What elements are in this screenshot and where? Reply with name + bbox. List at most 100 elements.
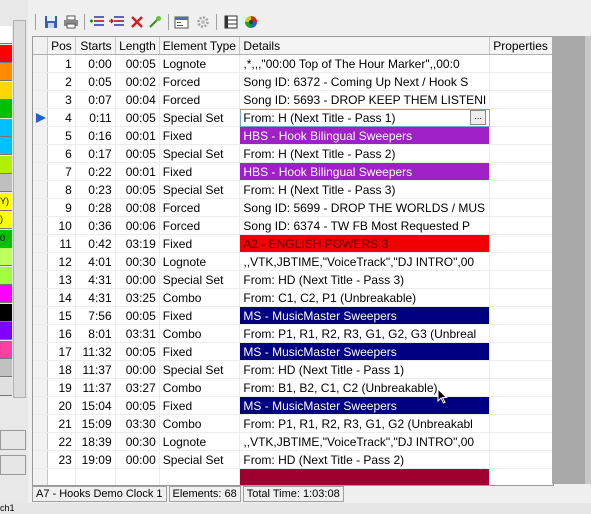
cell-length[interactable]: 03:31 [115, 324, 160, 343]
cell-details[interactable]: Song ID: 5699 - DROP THE WORLDS / MUS [239, 198, 491, 217]
row-indicator[interactable] [33, 288, 48, 307]
row-indicator[interactable] [33, 144, 48, 163]
row-indicator[interactable] [33, 108, 48, 127]
cell-pos[interactable]: 14 [47, 288, 76, 307]
table-row[interactable]: 12 4:01 00:30 Lognote ,,VTK,JBTIME,"VoiceTra… [33, 252, 553, 271]
color-swatch[interactable] [0, 44, 12, 63]
cell-properties[interactable] [489, 198, 553, 217]
color-swatch[interactable] [0, 359, 12, 377]
delete-icon[interactable] [128, 13, 146, 31]
cell-pos[interactable]: 23 [47, 450, 76, 469]
add-element-icon[interactable] [88, 13, 106, 31]
left-panel-scrollbar[interactable] [13, 20, 26, 398]
cell[interactable] [75, 468, 116, 485]
cell-pos[interactable]: 12 [47, 252, 76, 271]
table-row[interactable]: 13 4:31 00:00 Special Set From: HD (Next Tit… [33, 270, 553, 289]
cell-length[interactable]: 03:19 [115, 234, 160, 253]
row-indicator[interactable] [33, 198, 48, 217]
cell-details[interactable]: From: H (Next Title - Pass 2) [239, 144, 491, 163]
table-row[interactable]: 2 0:05 00:02 Forced Song ID: 6372 - Coming U… [33, 72, 553, 91]
cell-details[interactable]: From: C1, C2, P1 (Unbreakable) [239, 288, 491, 307]
cell-properties[interactable] [489, 432, 553, 451]
color-swatch[interactable] [0, 155, 12, 174]
cell-length[interactable]: 00:02 [115, 72, 160, 91]
cell-length[interactable]: 00:08 [115, 198, 160, 217]
cell-pos[interactable]: 20 [47, 396, 76, 415]
cell-element-type[interactable]: Forced [159, 90, 241, 109]
grid-icon[interactable] [222, 13, 240, 31]
color-swatch[interactable] [0, 63, 12, 81]
cell-pos[interactable]: 18 [47, 360, 76, 379]
cell-details[interactable]: From: P1, R1, R2, R3, G1, G2 (Unbreakabl [239, 414, 491, 433]
cell-pos[interactable]: 9 [47, 198, 76, 217]
row-indicator[interactable] [33, 360, 48, 379]
cell-element-type[interactable]: Combo [159, 324, 241, 343]
cell-details[interactable]: From: HD (Next Title - Pass 3) [239, 270, 491, 289]
cell-starts[interactable]: 11:37 [75, 360, 116, 379]
cell-pos[interactable]: 6 [47, 144, 76, 163]
table-row[interactable]: 21 15:09 03:30 Combo From: P1, R1, R2, R3, G… [33, 414, 553, 433]
cell-pos[interactable]: 11 [47, 234, 76, 253]
table-row[interactable]: 5 0:16 00:01 Fixed HBS - Hook Bilingual Swee… [33, 126, 553, 145]
table-row[interactable]: 18 11:37 00:00 Special Set From: HD (Next Ti… [33, 360, 553, 379]
cell-properties[interactable] [489, 90, 553, 109]
column-header-length[interactable]: Length [115, 37, 160, 55]
cell-details[interactable]: HBS - Hook Bilingual Sweepers [239, 126, 491, 145]
cell-properties[interactable] [489, 144, 553, 163]
color-swatch[interactable]: ) [0, 211, 12, 229]
cell-details[interactable]: From: H (Next Title - Pass 3) [239, 180, 491, 199]
cell-element-type[interactable]: Fixed [159, 162, 241, 181]
cell-pos[interactable]: 3 [47, 90, 76, 109]
color-swatch[interactable] [0, 266, 12, 285]
cell-details[interactable]: A2 - ENGLISH POWERS 3 [239, 234, 491, 253]
cell-element-type[interactable]: Lognote [159, 432, 241, 451]
cell-element-type[interactable]: Lognote [159, 54, 241, 73]
cell-starts[interactable]: 0:17 [75, 144, 116, 163]
column-header-starts[interactable]: Starts [75, 37, 116, 55]
cell-element-type[interactable]: Special Set [159, 270, 241, 289]
cell-starts[interactable]: 0:23 [75, 180, 116, 199]
cell-element-type[interactable]: Combo [159, 288, 241, 307]
cell-starts[interactable]: 15:04 [75, 396, 116, 415]
cell-pos[interactable]: 16 [47, 324, 76, 343]
row-indicator[interactable] [33, 270, 48, 289]
cell-details[interactable]: From: H (Next Title - Pass 1)... [239, 108, 491, 127]
table-row[interactable]: 14 4:31 03:25 Combo From: C1, C2, P1 (Unbrea… [33, 288, 553, 307]
cell-properties[interactable] [489, 396, 553, 415]
color-swatch[interactable] [0, 377, 12, 396]
cell-element-type[interactable]: Special Set [159, 108, 241, 127]
cell-element-type[interactable]: Combo [159, 378, 241, 397]
cell-length[interactable]: 00:01 [115, 126, 160, 145]
cell-length[interactable]: 00:05 [115, 306, 160, 325]
color-swatch[interactable]: 0 [0, 229, 12, 248]
column-header-pos[interactable]: Pos [47, 37, 76, 55]
column-header-properties[interactable]: Properties [489, 37, 553, 55]
table-row[interactable]: 10 0:36 00:06 Forced Song ID: 6374 - TW FB M… [33, 216, 553, 235]
row-indicator[interactable] [33, 414, 48, 433]
cell-starts[interactable]: 19:09 [75, 450, 116, 469]
properties-icon[interactable] [172, 13, 190, 31]
row-indicator[interactable] [33, 324, 48, 343]
color-swatch[interactable] [0, 174, 12, 192]
color-swatch[interactable] [0, 26, 12, 44]
cell-details[interactable]: From: P1, R1, R2, R3, G1, G2, G3 (Unbrea… [239, 324, 491, 343]
row-indicator[interactable] [33, 450, 48, 469]
cell-length[interactable]: 03:25 [115, 288, 160, 307]
cell-details[interactable]: Song ID: 5693 - DROP KEEP THEM LISTENI [239, 90, 491, 109]
cell-starts[interactable]: 7:56 [75, 306, 116, 325]
cell-pos[interactable]: 13 [47, 270, 76, 289]
cell-properties[interactable] [489, 306, 553, 325]
cell-length[interactable]: 00:04 [115, 90, 160, 109]
cell-length[interactable]: 00:30 [115, 432, 160, 451]
cell[interactable] [47, 468, 76, 485]
vertical-scrollbar[interactable] [585, 36, 591, 484]
row-indicator[interactable] [33, 162, 48, 181]
insert-element-icon[interactable] [108, 13, 126, 31]
color-swatch[interactable] [0, 248, 12, 266]
cell-details[interactable]: MS - MusicMaster Sweepers [239, 396, 491, 415]
row-indicator[interactable] [33, 216, 48, 235]
table-row[interactable]: 9 0:28 00:08 Forced Song ID: 5699 - DROP THE… [33, 198, 553, 217]
cell-element-type[interactable]: Special Set [159, 360, 241, 379]
cell-details[interactable]: MS - MusicMaster Sweepers [239, 306, 491, 325]
cell-properties[interactable] [489, 414, 553, 433]
